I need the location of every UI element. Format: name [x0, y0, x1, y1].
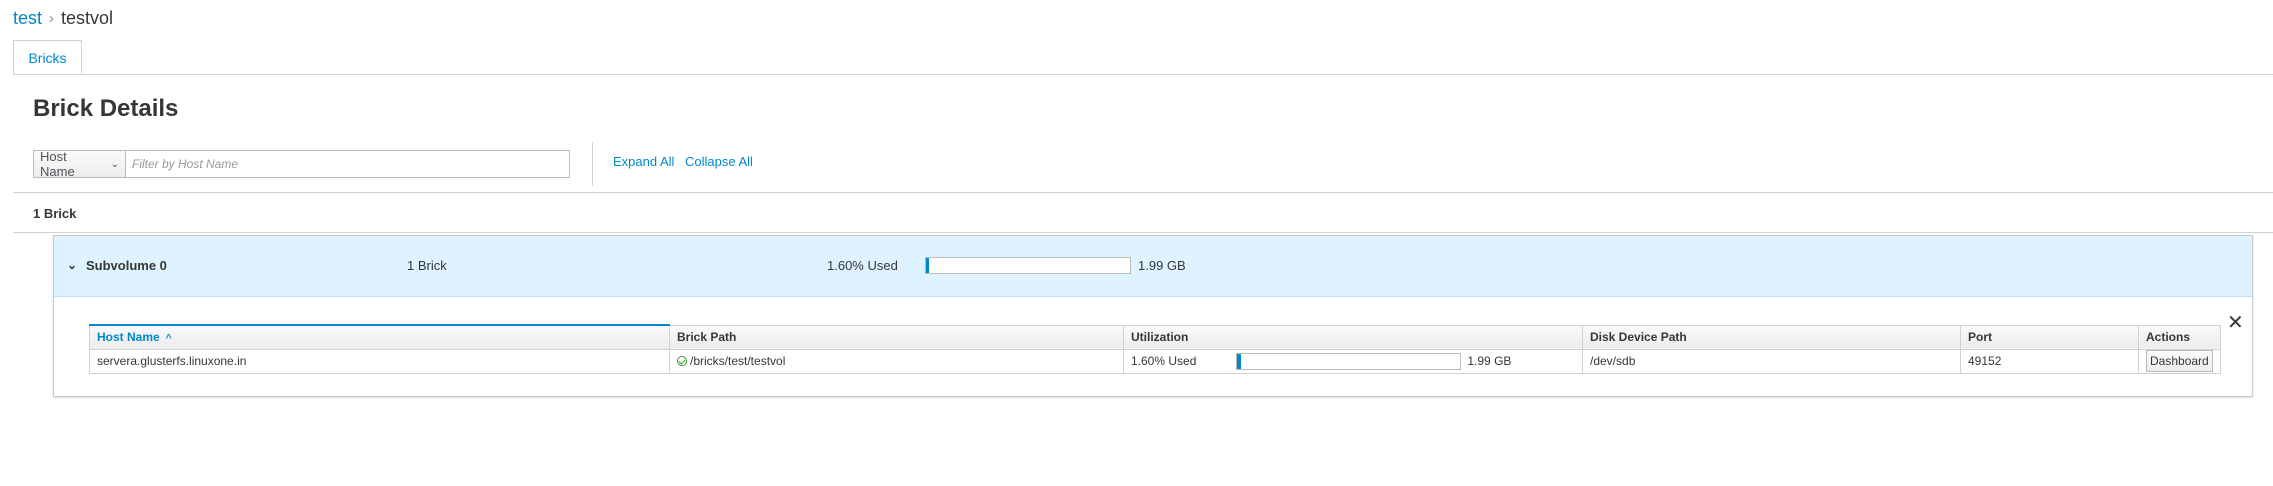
column-header-host-name[interactable]: Host Name ^: [89, 324, 670, 350]
utilization-bar: [1236, 352, 1462, 370]
expand-all-link[interactable]: Expand All: [613, 154, 674, 169]
cell-utilization: 1.60% Used 1.99 GB: [1123, 348, 1583, 374]
breadcrumb-current: testvol: [61, 8, 114, 28]
utilization-total: 1.99 GB: [1467, 354, 1512, 368]
subvolume-card: ⌄ Subvolume 0 1 Brick 1.60% Used 1.99 GB…: [53, 235, 2253, 397]
usage-bar-fill: [1237, 353, 1241, 369]
filter-field-label: Host Name: [40, 149, 75, 179]
column-header-port: Port: [1960, 324, 2139, 350]
column-header-brick-path: Brick Path: [669, 324, 1124, 350]
filter-field-select[interactable]: Host Name ⌄: [33, 149, 125, 179]
dashboard-button[interactable]: Dashboard: [2146, 350, 2213, 372]
toolbar-divider: [592, 142, 593, 186]
breadcrumb: test › testvol: [13, 8, 113, 29]
table-row: servera.glusterfs.linuxone.in /bricks/te…: [89, 348, 2221, 374]
subvolume-usage-bar: [925, 257, 1131, 274]
tab-bar: Bricks: [13, 40, 2273, 75]
breadcrumb-link-cluster[interactable]: test: [13, 8, 42, 28]
filter-input[interactable]: [125, 150, 570, 178]
subvolume-brick-count: 1 Brick: [407, 258, 447, 273]
tab-bricks[interactable]: Bricks: [13, 40, 82, 74]
results-divider: [13, 192, 2273, 193]
chevron-down-icon[interactable]: ⌄: [67, 258, 77, 272]
sort-ascending-icon: ^: [165, 333, 172, 345]
collapse-all-link[interactable]: Collapse All: [685, 154, 753, 169]
bricks-table: Host Name ^ Brick Path Utilization Disk D…: [89, 324, 2221, 374]
utilization-used-label: 1.60% Used: [1131, 354, 1197, 368]
column-header-actions: Actions: [2138, 324, 2221, 350]
subvolume-name: Subvolume 0: [86, 258, 167, 273]
table-header-row: Host Name ^ Brick Path Utilization Disk D…: [89, 324, 2221, 350]
breadcrumb-separator: ›: [49, 10, 55, 27]
status-ok-icon: [677, 356, 687, 366]
column-header-utilization: Utilization: [1123, 324, 1583, 350]
brick-path-text: /bricks/test/testvol: [690, 354, 786, 368]
filter-group: Host Name ⌄: [33, 149, 570, 179]
cell-brick-path: /bricks/test/testvol: [669, 348, 1124, 374]
usage-bar-fill: [926, 258, 930, 273]
cell-actions: Dashboard: [2138, 348, 2221, 374]
subvolume-header[interactable]: ⌄ Subvolume 0 1 Brick 1.60% Used 1.99 GB: [54, 236, 2252, 297]
column-header-disk-device-path: Disk Device Path: [1582, 324, 1961, 350]
cell-host-name: servera.glusterfs.linuxone.in: [89, 348, 670, 374]
page-title: Brick Details: [33, 95, 179, 122]
close-icon[interactable]: ✕: [2227, 313, 2244, 333]
cell-port: 49152: [1960, 348, 2139, 374]
column-header-label: Host Name: [97, 330, 160, 345]
subvolume-total: 1.99 GB: [1138, 258, 1186, 273]
chevron-down-icon: ⌄: [110, 158, 119, 170]
subvolume-used-label: 1.60% Used: [827, 258, 898, 273]
cell-disk-device-path: /dev/sdb: [1582, 348, 1961, 374]
subvolume-list: ⌄ Subvolume 0 1 Brick 1.60% Used 1.99 GB…: [13, 232, 2273, 401]
brick-count: 1 Brick: [33, 206, 77, 221]
